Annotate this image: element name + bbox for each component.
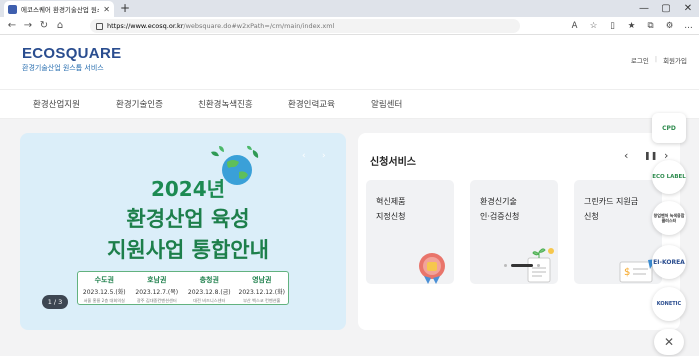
pagination-dot-active[interactable] xyxy=(511,264,533,267)
site-favicon-icon xyxy=(8,4,17,14)
banner-title-year: 2024년 xyxy=(150,177,226,201)
extensions-icon[interactable]: ⚙ xyxy=(663,19,676,33)
services-pagination xyxy=(504,264,540,267)
service-card-new-tech[interactable]: 환경신기술 인·검증신청 xyxy=(470,180,558,284)
banner-title-line2: 환경산업 육성 xyxy=(126,207,250,231)
quick-link-cpd[interactable]: CPD xyxy=(652,113,686,143)
nav-item-workforce-education[interactable]: 환경인력교육 xyxy=(288,98,335,110)
card-line1: 환경신기술 xyxy=(480,197,517,206)
site-logo[interactable]: ECOSQUARE 환경기술산업 원스톱 서비스 xyxy=(22,45,121,73)
card-line1: 혁신제품 xyxy=(376,197,406,206)
logo-main: ECOSQUARE xyxy=(22,45,122,62)
favorite-star-icon[interactable]: ☆ xyxy=(587,19,600,33)
card-line2: 신청 xyxy=(584,212,599,221)
utility-links: 로그인 | 회원가입 xyxy=(631,55,687,65)
maximize-icon[interactable]: ▢ xyxy=(655,0,677,17)
nav-item-industry-support[interactable]: 환경산업지원 xyxy=(33,98,80,110)
region-schedule-table: 수도권 2023.12.5.(화) 서울 홍릉 2층 대회의실 호남권 2023… xyxy=(77,271,289,305)
quick-link-konetic[interactable]: KONETIC xyxy=(652,287,686,321)
region-item: 영남권 2023.12.12.(화) 부산 벡스코 컨벤션홀 xyxy=(236,272,289,304)
region-place: 광주 김대중컨벤션센터 xyxy=(136,298,177,303)
services-heading: 신청서비스 xyxy=(370,157,416,168)
nav-item-tech-certification[interactable]: 환경기술인증 xyxy=(116,98,163,110)
quick-link-startup-cluster[interactable]: 창업벤처 녹색융합 클러스터 xyxy=(652,201,686,235)
region-place: 서울 홍릉 2층 대회의실 xyxy=(83,298,125,303)
nav-item-green-promotion[interactable]: 친환경녹색진흥 xyxy=(198,98,253,110)
main-visual-area: ‹ › 2024년 환경산업 육성 지원사업 통합안내 수도권 2023.12.… xyxy=(0,119,699,356)
divider: | xyxy=(654,55,658,63)
page: ECOSQUARE 환경기술산업 원스톱 서비스 로그인 | 회원가입 환경산업… xyxy=(0,35,699,356)
application-services-panel: 신청서비스 ‹ ❚❚ › 혁신제품 지정신청 환경신기술 인·검증신청 그린카드… xyxy=(358,133,680,330)
browser-address-row: ← → ↻ ⌂ https://www.ecosq.or.kr/websquar… xyxy=(0,17,699,35)
pagination-dot[interactable] xyxy=(504,264,507,267)
logo-subtitle: 환경기술산업 원스톱 서비스 xyxy=(22,64,104,72)
service-card-innovative-product[interactable]: 혁신제품 지정신청 xyxy=(366,180,454,284)
split-screen-icon[interactable]: ▯ xyxy=(606,19,619,33)
read-aloud-icon[interactable]: A xyxy=(568,19,581,33)
region-date: 2023.12.8.(금) xyxy=(187,289,231,296)
more-menu-icon[interactable]: … xyxy=(682,19,695,33)
region-item: 수도권 2023.12.5.(화) 서울 홍릉 2층 대회의실 xyxy=(78,272,131,304)
tab-title: 에코스퀘어 환경기술산업 원스톱 xyxy=(21,6,99,14)
card-line2: 지정신청 xyxy=(376,212,406,221)
region-name: 호남권 xyxy=(147,276,167,284)
region-date: 2023.12.5.(화) xyxy=(82,289,126,296)
minimize-icon[interactable]: — xyxy=(633,0,655,17)
window-close-icon[interactable]: ✕ xyxy=(677,0,699,17)
region-date: 2023.12.12.(화) xyxy=(238,289,285,296)
region-item: 호남권 2023.12.7.(목) 광주 김대중컨벤션센터 xyxy=(131,272,184,304)
services-prev-icon[interactable]: ‹ xyxy=(624,149,628,162)
promo-banner[interactable]: ‹ › 2024년 환경산업 육성 지원사업 통합안내 수도권 2023.12.… xyxy=(20,133,346,330)
region-name: 충청권 xyxy=(199,276,219,284)
nav-item-notice-center[interactable]: 알림센터 xyxy=(371,98,402,110)
banner-next-icon[interactable]: › xyxy=(322,151,326,161)
banner-prev-icon[interactable]: ‹ xyxy=(302,151,306,161)
service-card-green-card[interactable]: 그린카드 지원금 신청 $ xyxy=(574,180,662,284)
browser-toolbar-icons: A ☆ ▯ ★ ⧉ ⚙ … xyxy=(568,19,695,33)
home-icon[interactable]: ⌂ xyxy=(52,20,68,31)
region-place: 부산 벡스코 컨벤션홀 xyxy=(243,298,281,303)
card-line1: 그린카드 지원금 xyxy=(584,197,639,206)
banner-pager[interactable]: 1 / 3 xyxy=(42,295,68,309)
refresh-icon[interactable]: ↻ xyxy=(36,20,52,31)
region-name: 수도권 xyxy=(94,276,114,284)
banner-title-line3: 지원사업 통합안내 xyxy=(107,238,269,262)
region-place: 대전 비즈니스센터 xyxy=(193,298,226,303)
services-pause-icon[interactable]: ❚❚ xyxy=(644,151,657,160)
main-nav: 환경산업지원 환경기술인증 친환경녹색진흥 환경인력교육 알림센터 xyxy=(0,89,699,119)
url-bar[interactable]: https://www.ecosq.or.kr/websquare.do#w2x… xyxy=(90,19,520,33)
quick-link-ei-korea[interactable]: EI-KOREA xyxy=(652,245,686,279)
new-tab-icon[interactable]: + xyxy=(120,1,130,16)
region-date: 2023.12.7.(목) xyxy=(135,289,179,296)
award-badge-icon xyxy=(419,253,445,284)
url-host: https://www.ecosq.or.kr xyxy=(107,22,184,30)
quick-menu-close-icon[interactable]: ✕ xyxy=(654,329,684,355)
signup-link[interactable]: 회원가입 xyxy=(663,55,687,65)
forward-icon[interactable]: → xyxy=(20,20,36,31)
region-name: 영남권 xyxy=(252,276,272,284)
region-item: 충청권 2023.12.8.(금) 대전 비즈니스센터 xyxy=(183,272,236,304)
favorites-icon[interactable]: ★ xyxy=(625,19,638,33)
login-link[interactable]: 로그인 xyxy=(631,55,649,65)
quick-link-ecolabel[interactable]: ECO LABEL xyxy=(652,160,686,194)
collections-icon[interactable]: ⧉ xyxy=(644,19,657,33)
lock-icon xyxy=(96,22,103,30)
card-line2: 인·검증신청 xyxy=(480,212,520,221)
svg-text:$: $ xyxy=(624,267,630,278)
url-path: /websquare.do#w2xPath=/cm/main/index.xml xyxy=(183,22,335,30)
pagination-dot[interactable] xyxy=(537,264,540,267)
browser-tab-bar: 에코스퀘어 환경기술산업 원스톱 ✕ + — ▢ ✕ xyxy=(0,0,699,17)
back-icon[interactable]: ← xyxy=(4,20,20,31)
browser-tab[interactable]: 에코스퀘어 환경기술산업 원스톱 ✕ xyxy=(4,1,114,17)
tab-close-icon[interactable]: ✕ xyxy=(103,5,110,14)
